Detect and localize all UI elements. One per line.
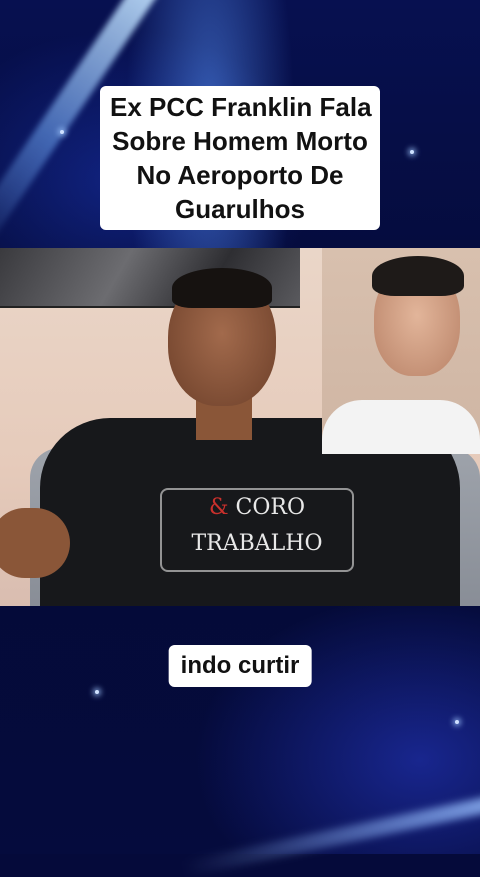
title-line: No Aeroporto De [136, 160, 344, 190]
speaker-hair [172, 268, 272, 308]
shirt-print-line: CORO [235, 495, 306, 520]
reactor-shirt [322, 400, 480, 454]
sparkle-decoration [95, 690, 99, 694]
shirt-print-line: TRABALHO [191, 531, 323, 556]
reaction-inset-video [322, 248, 480, 454]
subtitle-caption: indo curtir [168, 645, 312, 687]
reactor-hair [372, 256, 464, 296]
title-line: Guarulhos [174, 194, 305, 224]
video-title-caption: Ex PCC Franklin Fala Sobre Homem Morto N… [100, 86, 380, 230]
sparkle-decoration [410, 150, 414, 154]
title-line: Sobre Homem Morto [112, 126, 368, 156]
sparkle-decoration [60, 130, 64, 134]
title-line: Ex PCC Franklin Fala [110, 92, 372, 122]
speaker-arm [0, 508, 70, 578]
shirt-print-logo: & CORO TRABALHO [160, 488, 354, 572]
video-frame[interactable]: & CORO TRABALHO [0, 248, 480, 606]
sparkle-decoration [455, 720, 459, 724]
